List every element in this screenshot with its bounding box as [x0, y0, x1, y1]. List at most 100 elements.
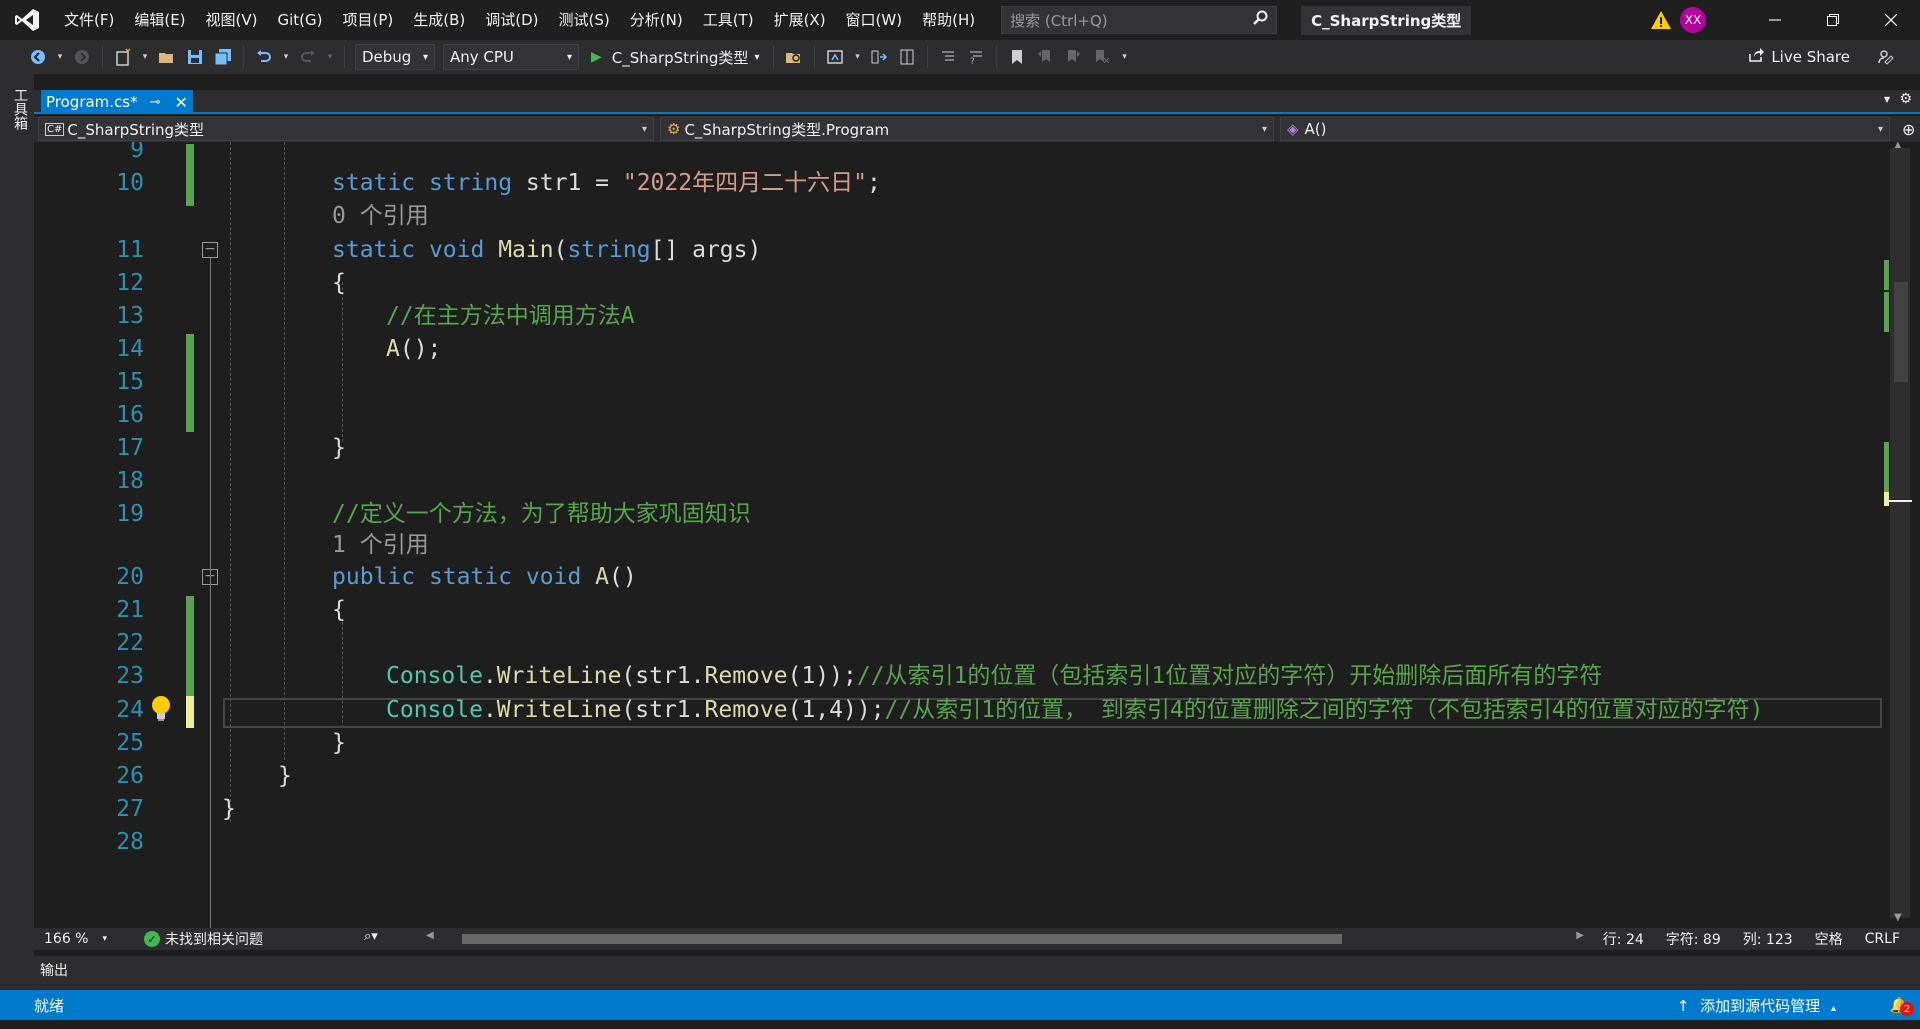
toolbar-overflow-icon[interactable]: ▾	[1118, 46, 1130, 68]
menu-test[interactable]: 测试(S)	[549, 0, 620, 40]
scrollbar-track[interactable]	[1890, 148, 1910, 918]
issues-indicator[interactable]: ✓ 未找到相关问题	[144, 929, 263, 949]
split-editor-icon[interactable]: ⊕	[1902, 120, 1915, 139]
scroll-left-icon[interactable]: ◀	[426, 930, 434, 941]
member-selector[interactable]: ◈ A() ▾	[1280, 117, 1890, 141]
chevron-down-icon: ▾	[754, 51, 760, 63]
browser-dropdown-icon[interactable]: ▾	[852, 46, 862, 68]
account-avatar[interactable]: XX	[1680, 7, 1706, 33]
restore-button[interactable]	[1804, 0, 1862, 40]
comment-lines-icon[interactable]	[937, 46, 959, 68]
vertical-scrollbar[interactable]: ▲ ▼	[1882, 140, 1920, 928]
play-icon: ▶	[591, 49, 602, 65]
title-bar: 文件(F) 编辑(E) 视图(V) Git(G) 项目(P) 生成(B) 调试(…	[0, 0, 1920, 40]
code-cleanup-icon[interactable]: ⌕▾	[364, 929, 378, 944]
arrow-up-icon: ↑	[1676, 996, 1690, 1015]
menu-view[interactable]: 视图(V)	[196, 0, 268, 40]
class-icon: ⚙	[667, 120, 681, 138]
line-number: 12	[116, 270, 144, 296]
solution-platform-select[interactable]: Any CPU ▾	[443, 44, 579, 70]
code-text: Console.WriteLine(str1.Remove(1,4));//从索…	[386, 697, 1764, 723]
change-map-marker	[1884, 292, 1889, 332]
line-number: 21	[116, 597, 144, 623]
menu-help[interactable]: 帮助(H)	[912, 0, 985, 40]
toolbar-separator	[814, 46, 816, 68]
project-selector[interactable]: C# C_SharpString类型 ▾	[38, 117, 654, 141]
cursor-position-info: 行: 24 字符: 89 列: 123 空格 CRLF	[1603, 928, 1900, 950]
new-project-icon[interactable]	[112, 46, 134, 68]
column-position[interactable]: 列: 123	[1743, 929, 1793, 949]
start-debugging-button[interactable]: ▶ C_SharpString类型 ▾	[591, 47, 759, 68]
horizontal-scroll-thumb[interactable]	[462, 934, 1342, 944]
menu-analyze[interactable]: 分析(N)	[620, 0, 693, 40]
redo-dropdown-icon[interactable]: ▾	[325, 46, 335, 68]
back-navigation-icon[interactable]	[27, 46, 49, 68]
char-position[interactable]: 字符: 89	[1666, 929, 1721, 949]
codelens-references[interactable]: 1 个引用	[332, 529, 429, 562]
zoom-select[interactable]: 166 % ▾	[34, 929, 114, 949]
feedback-icon[interactable]	[1875, 46, 1897, 68]
find-in-files-icon[interactable]	[783, 46, 805, 68]
save-icon[interactable]	[184, 46, 206, 68]
code-line: 28	[76, 826, 1882, 859]
tab-settings-gear-icon[interactable]: ⚙	[1899, 91, 1912, 107]
search-input[interactable]: 搜索 (Ctrl+Q)	[1001, 6, 1278, 34]
menu-file[interactable]: 文件(F)	[54, 0, 124, 40]
zoom-level: 166 %	[44, 931, 89, 947]
line-number: 9	[130, 142, 144, 163]
save-all-icon[interactable]	[212, 46, 234, 68]
code-line: 26 }	[76, 760, 1882, 793]
next-bookmark-icon[interactable]	[1062, 46, 1084, 68]
code-line: 20 public static void A()	[76, 561, 1882, 594]
new-dropdown-icon[interactable]: ▾	[140, 46, 150, 68]
output-panel-tab[interactable]: 输出	[34, 956, 1920, 990]
notifications-button[interactable]: 🔔 2	[1884, 990, 1914, 1020]
step-into-icon[interactable]	[868, 46, 890, 68]
tab-list-dropdown-icon[interactable]: ▾	[1884, 92, 1890, 106]
menu-project[interactable]: 项目(P)	[333, 0, 404, 40]
undo-icon[interactable]	[253, 46, 275, 68]
close-window-button[interactable]	[1862, 0, 1920, 40]
line-ending[interactable]: CRLF	[1865, 931, 1900, 947]
solution-configuration-select[interactable]: Debug ▾	[355, 44, 435, 70]
tab-program-cs[interactable]: Program.cs* ⊸ ✕	[41, 90, 193, 114]
close-tab-icon[interactable]: ✕	[175, 93, 188, 112]
uncomment-lines-icon[interactable]: ?	[965, 46, 987, 68]
back-dropdown-icon[interactable]: ▾	[55, 46, 65, 68]
scroll-down-icon[interactable]: ▼	[1894, 912, 1902, 923]
live-share-button[interactable]: Live Share	[1747, 40, 1850, 74]
warning-icon[interactable]	[1650, 9, 1672, 31]
scroll-right-icon[interactable]: ▶	[1576, 930, 1584, 941]
navigation-bar: C# C_SharpString类型 ▾ ⚙ C_SharpString类型.P…	[34, 116, 1920, 142]
add-to-source-control-button[interactable]: ↑ 添加到源代码管理 ▴	[1677, 995, 1836, 1016]
code-text: {	[332, 270, 346, 296]
menu-git[interactable]: Git(G)	[268, 0, 333, 40]
toolbox-tab[interactable]: 工具箱	[10, 88, 30, 130]
forward-navigation-icon[interactable]	[71, 46, 93, 68]
pin-icon[interactable]: ⊸	[150, 95, 161, 110]
menu-window[interactable]: 窗口(W)	[836, 0, 913, 40]
visual-studio-logo-icon	[0, 0, 54, 40]
minimize-button[interactable]	[1746, 0, 1804, 40]
menu-tools[interactable]: 工具(T)	[693, 0, 764, 40]
code-editor[interactable]: − − 9 10 static string str1 = "2022年四月二十…	[76, 142, 1882, 928]
codelens-references[interactable]: 0 个引用	[332, 200, 429, 233]
line-position[interactable]: 行: 24	[1603, 929, 1644, 949]
indent-mode[interactable]: 空格	[1815, 929, 1843, 949]
undo-dropdown-icon[interactable]: ▾	[281, 46, 291, 68]
step-over-icon[interactable]	[896, 46, 918, 68]
menu-debug[interactable]: 调试(D)	[475, 0, 548, 40]
redo-icon[interactable]	[297, 46, 319, 68]
browser-link-icon[interactable]	[824, 46, 846, 68]
project-name: C_SharpString类型	[67, 120, 205, 139]
bookmark-icon[interactable]	[1006, 46, 1028, 68]
menu-edit[interactable]: 编辑(E)	[124, 0, 195, 40]
type-selector[interactable]: ⚙ C_SharpString类型.Program ▾	[660, 117, 1274, 141]
menu-extensions[interactable]: 扩展(X)	[764, 0, 836, 40]
scrollbar-thumb[interactable]	[1894, 282, 1908, 382]
open-folder-icon[interactable]	[156, 46, 178, 68]
horizontal-scrollbar[interactable]: ◀ ▶	[426, 930, 1584, 946]
clear-bookmarks-icon[interactable]	[1090, 46, 1112, 68]
previous-bookmark-icon[interactable]	[1034, 46, 1056, 68]
menu-build[interactable]: 生成(B)	[403, 0, 475, 40]
